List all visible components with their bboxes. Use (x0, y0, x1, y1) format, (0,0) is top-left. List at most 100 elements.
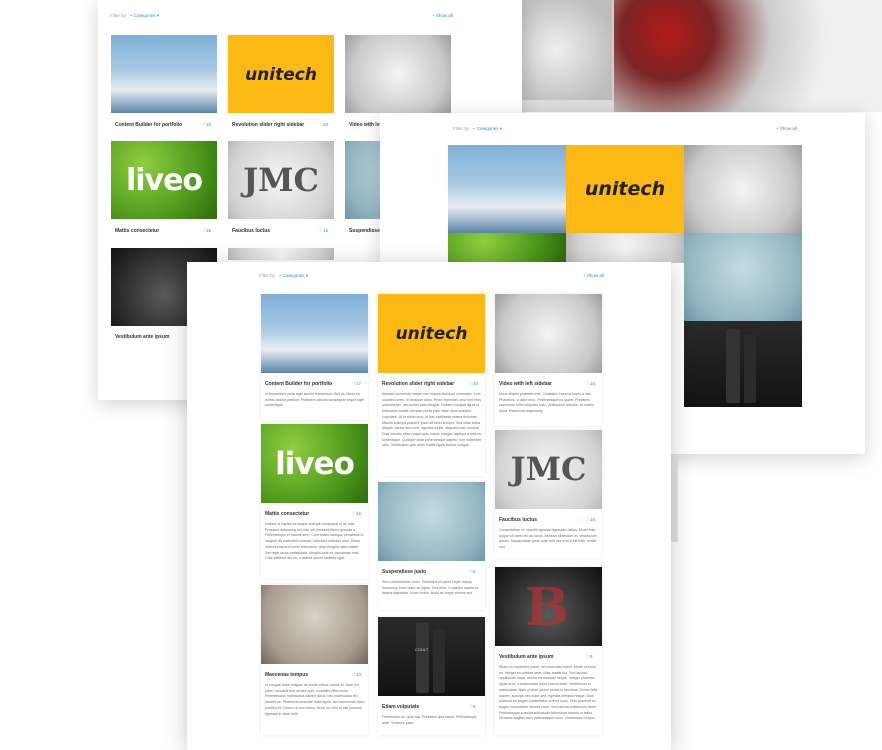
show-all-link[interactable]: + Show all (583, 273, 604, 278)
thumb-placeholder[interactable] (228, 248, 334, 260)
item-description: Fermentum ex, quis nisl. Praesent quis t… (382, 715, 477, 725)
item-title[interactable]: Vestibulum ante ipsum (499, 654, 553, 660)
thumb-liveo[interactable]: liveo (111, 141, 217, 219)
portfolio-card[interactable]: Video with left sidebar ♡16 Nunc aliquet… (495, 294, 602, 426)
grid-thumb-airplane[interactable] (448, 145, 566, 233)
portfolio-panel-front: Filter by ⌁ Categories ▾ + Show all Cont… (187, 262, 671, 750)
item-description: In fermentum nulla eget iaculis fermentu… (265, 392, 365, 408)
unitech-logo: unitech (395, 324, 468, 344)
like-count[interactable]: ♡15 (202, 228, 211, 234)
unitech-logo: unitech (245, 65, 317, 85)
item-title[interactable]: Content Builder for portfolio (265, 381, 332, 387)
thumb-jmc[interactable]: JMC (495, 430, 602, 509)
thumb-jmc[interactable]: JMC (228, 141, 334, 219)
filter-label: Filter by (259, 273, 276, 278)
grid-thumb-explosion[interactable] (684, 145, 802, 233)
thumb-airplane[interactable] (261, 294, 368, 373)
panel-edge (670, 454, 678, 542)
thumb-unitech[interactable]: unitech (378, 294, 485, 373)
jmc-logo: JMC (242, 161, 320, 199)
tube-left (416, 623, 429, 693)
liveo-logo: liveo (275, 446, 355, 482)
tube-left (726, 329, 740, 403)
item-description: Consectetuer et, blandit egestas digniss… (499, 528, 597, 550)
categories-dropdown[interactable]: ⌁ Categories ▾ (473, 126, 502, 131)
item-title[interactable]: Video with left sidebar (499, 381, 552, 387)
background-panel-top (520, 0, 882, 112)
thumb-liveo[interactable]: liveo (261, 424, 368, 503)
like-count[interactable]: ♡8 (586, 654, 593, 660)
texture-grey-drops (520, 0, 612, 100)
item-description: Sed condimentum nunc. Phasellus sit amet… (382, 580, 480, 596)
grid-thumb-liveo[interactable] (448, 233, 566, 263)
item-title[interactable]: Mattis consectetur (265, 511, 309, 517)
item-description: Nullam ut sapien ac augue suscipit conse… (265, 522, 364, 561)
like-count[interactable]: ♡16 (202, 122, 211, 128)
portfolio-card[interactable]: Maecenas tempus ♡13 In congue tortor mag… (261, 585, 368, 735)
item-description: Nunc aliquet pharetra erat. Curabitur rh… (499, 392, 594, 414)
unitech-logo: unitech (584, 178, 666, 200)
item-title[interactable]: Revolution slider right sidebar (382, 381, 454, 387)
thumb-explosion[interactable] (495, 294, 602, 373)
like-count[interactable]: ♡13 (352, 672, 361, 678)
like-count[interactable]: ♡15 (352, 511, 361, 517)
filter-bar: Filter by ⌁ Categories ▾ (110, 13, 159, 19)
portfolio-card[interactable]: B Vestibulum ante ipsum ♡8 Etiam eu impe… (495, 567, 602, 735)
item-title[interactable]: Revolution slider right sidebar (232, 122, 304, 128)
filter-label: Filter by (453, 126, 470, 131)
liveo-logo: liveo (125, 163, 203, 198)
tube-right (744, 335, 756, 403)
categories-dropdown[interactable]: ⌁ Categories ▾ (130, 13, 159, 18)
jmc-logo: JMC (510, 450, 587, 488)
thumb-explosion[interactable] (345, 35, 451, 113)
like-count[interactable]: ♡20 (319, 122, 328, 128)
tube-right (433, 629, 445, 693)
show-all-link[interactable]: + Show all (776, 126, 797, 131)
like-count[interactable]: ♡17 (352, 381, 361, 387)
portfolio-card[interactable]: unitech Revolution slider right sidebar … (378, 294, 485, 476)
like-count[interactable]: ♡20 (469, 381, 478, 387)
item-description: In congue tortor magna, at mollis metus … (265, 683, 365, 716)
portfolio-card[interactable]: JMC Faucibus luctus ♡16 Consectetuer et,… (495, 430, 602, 558)
filter-label: Filter by (110, 13, 127, 18)
grid-thumb-car[interactable] (684, 233, 802, 321)
item-title[interactable]: Maecenas tempus (265, 672, 308, 678)
tag-icon: ⌁ (472, 126, 476, 131)
item-title[interactable]: Etiam vulputate (382, 704, 419, 710)
like-count[interactable]: ♡16 (586, 381, 595, 387)
like-count[interactable]: ♡5 (469, 569, 476, 575)
item-title[interactable]: Mattis consectetur (115, 228, 159, 234)
like-count[interactable]: ♡5 (469, 704, 476, 710)
texture-red-abstract (614, 0, 882, 112)
portfolio-card[interactable]: COULT Etiam vulputate ♡5 Fermentum ex, q… (378, 617, 485, 735)
show-all-link[interactable]: + Show all (432, 13, 453, 18)
grid-thumb-unitech[interactable]: unitech (566, 145, 684, 233)
plus-icon: + (776, 126, 779, 131)
thumb-tubes[interactable]: COULT (378, 617, 485, 696)
letter-b-art: B (525, 577, 569, 638)
grid-thumb-tubes[interactable] (684, 321, 802, 407)
grid-thumb-jmc[interactable] (566, 233, 684, 263)
categories-dropdown[interactable]: ⌁ Categories ▾ (279, 273, 308, 278)
coult-label: COULT (415, 647, 429, 652)
item-description: Etiam eu imperdiet lorem, vel venenatis … (499, 665, 598, 721)
plus-icon: + (432, 13, 435, 18)
thumb-letter-b[interactable]: B (495, 567, 602, 646)
filter-bar: Filter by ⌁ Categories ▾ (259, 273, 308, 279)
item-title[interactable]: Suspendisse j (349, 228, 383, 234)
portfolio-card[interactable]: liveo Mattis consectetur ♡15 Nullam ut s… (261, 424, 368, 579)
tag-icon: ⌁ (278, 273, 282, 278)
item-title[interactable]: Suspendisse justo (382, 569, 426, 575)
thumb-bird-woman[interactable] (261, 585, 368, 664)
thumb-airplane[interactable] (111, 35, 217, 113)
like-count[interactable]: ♡16 (586, 517, 595, 523)
portfolio-card[interactable]: Suspendisse justo ♡5 Sed condimentum nun… (378, 482, 485, 610)
item-title[interactable]: Faucibus luctus (499, 517, 537, 523)
thumb-unitech[interactable]: unitech (228, 35, 334, 113)
item-title[interactable]: Content Builder for portfolio (115, 122, 182, 128)
item-title[interactable]: Faucibus luctus (232, 228, 270, 234)
like-count[interactable]: ♡16 (319, 228, 328, 234)
thumb-car[interactable] (378, 482, 485, 561)
item-title[interactable]: Vestibulum ante ipsum (115, 334, 169, 340)
portfolio-card[interactable]: Content Builder for portfolio ♡17 In fer… (261, 294, 368, 420)
